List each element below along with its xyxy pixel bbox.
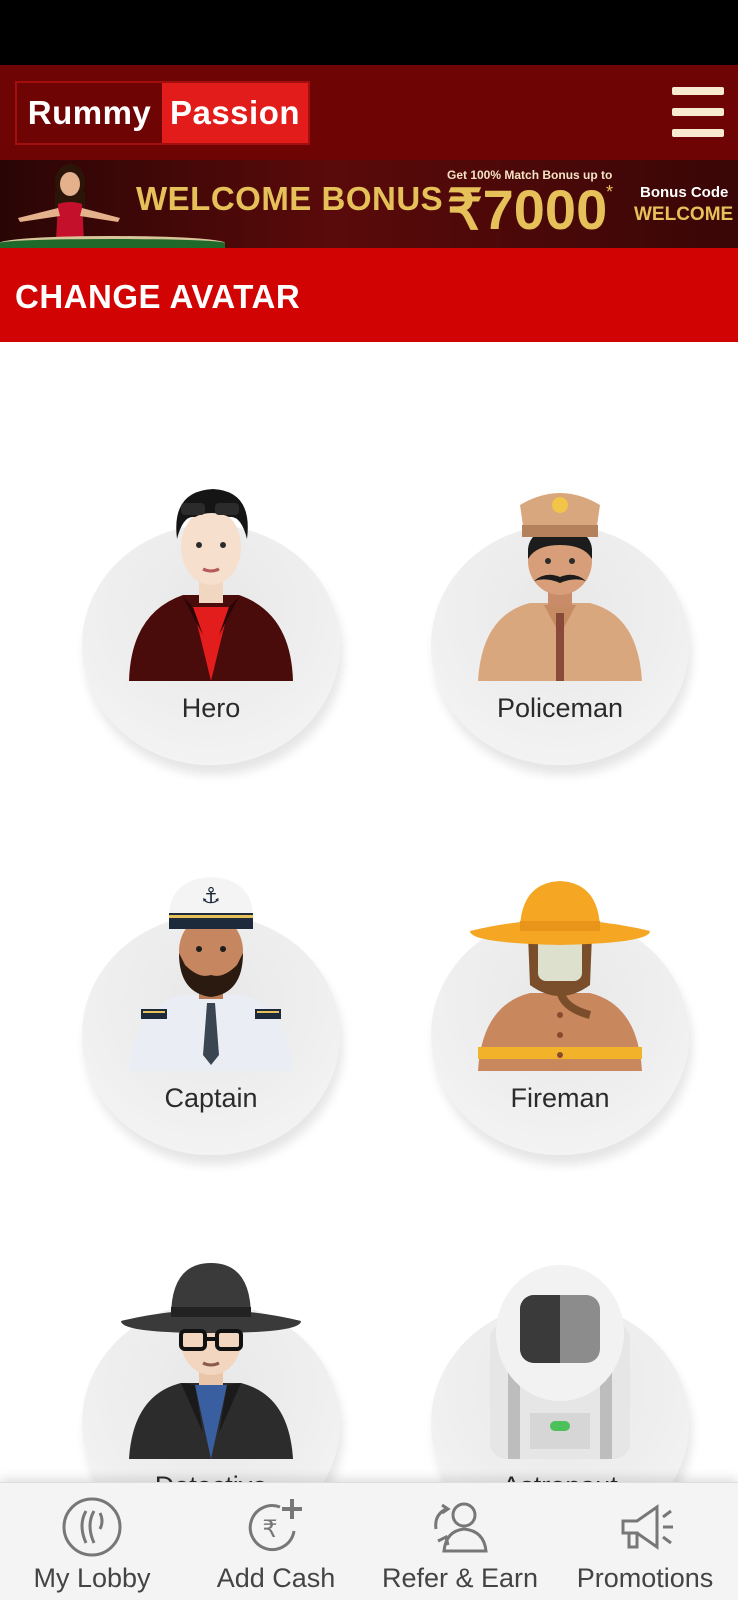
nav-my-lobby[interactable]: My Lobby [0,1483,184,1600]
astronaut-avatar-icon [490,1265,630,1459]
nav-label: Refer & Earn [381,1563,539,1593]
nav-label: Add Cash [216,1563,336,1593]
fireman-avatar-icon [470,881,650,1071]
banner-headline: WELCOME BONUS [136,180,444,217]
policeman-avatar-icon [478,493,642,681]
avatar-option-captain[interactable]: ⚓ Captain [82,875,342,1155]
detective-avatar-icon [121,1263,301,1459]
logo-text-passion: Passion [162,83,308,143]
megaphone-icon [621,1504,673,1550]
avatar-option-policeman[interactable]: Policeman [431,485,691,765]
svg-text:₹: ₹ [262,1515,277,1543]
bottom-navigation: My Lobby ₹ Add Cash Refer & Earn Promoti… [0,1482,738,1600]
captain-avatar-icon: ⚓ [129,877,293,1071]
app-header: Rummy Passion [0,65,738,160]
refer-earn-icon [434,1502,488,1553]
bonus-code-label: Bonus Code [640,184,729,201]
avatar-label: Policeman [496,693,624,723]
avatar-option-fireman[interactable]: Fireman [431,875,691,1155]
page-title-bar: CHANGE AVATAR [0,248,738,342]
status-bar [0,0,738,65]
banner-woman-image [18,164,120,240]
avatar-label: Hero [181,693,241,723]
nav-add-cash[interactable]: ₹ Add Cash [184,1483,368,1600]
rummy-passion-logo[interactable]: Rummy Passion [15,81,310,145]
logo-text-rummy: Rummy [17,83,162,143]
menu-line [672,129,724,137]
banner-card-table [0,236,225,248]
banner-asterisk: * [606,182,614,202]
svg-text:⚓: ⚓ [201,884,221,909]
nav-promotions[interactable]: Promotions [552,1483,738,1600]
bonus-code-value: WELCOME [634,204,734,225]
avatar-option-hero[interactable]: Hero [82,485,342,765]
menu-line [672,87,724,95]
nav-refer-earn[interactable]: Refer & Earn [368,1483,552,1600]
banner-amount: ₹7000 [447,178,608,241]
nav-label: My Lobby [33,1563,151,1593]
welcome-bonus-banner[interactable]: WELCOME BONUS Get 100% Match Bonus up to… [0,160,738,248]
add-cash-icon: ₹ [248,1499,302,1552]
hero-avatar-icon [129,489,293,681]
avatar-label: Captain [164,1083,258,1113]
nav-label: Promotions [576,1563,714,1593]
hamburger-menu-icon[interactable] [672,87,724,137]
lobby-icon [62,1497,122,1557]
app-screen: Rummy Passion WELCOME BONUS Get 100% Mat… [0,0,738,1600]
avatar-label: Fireman [510,1083,610,1113]
menu-line [672,108,724,116]
page-title: CHANGE AVATAR [15,278,301,315]
